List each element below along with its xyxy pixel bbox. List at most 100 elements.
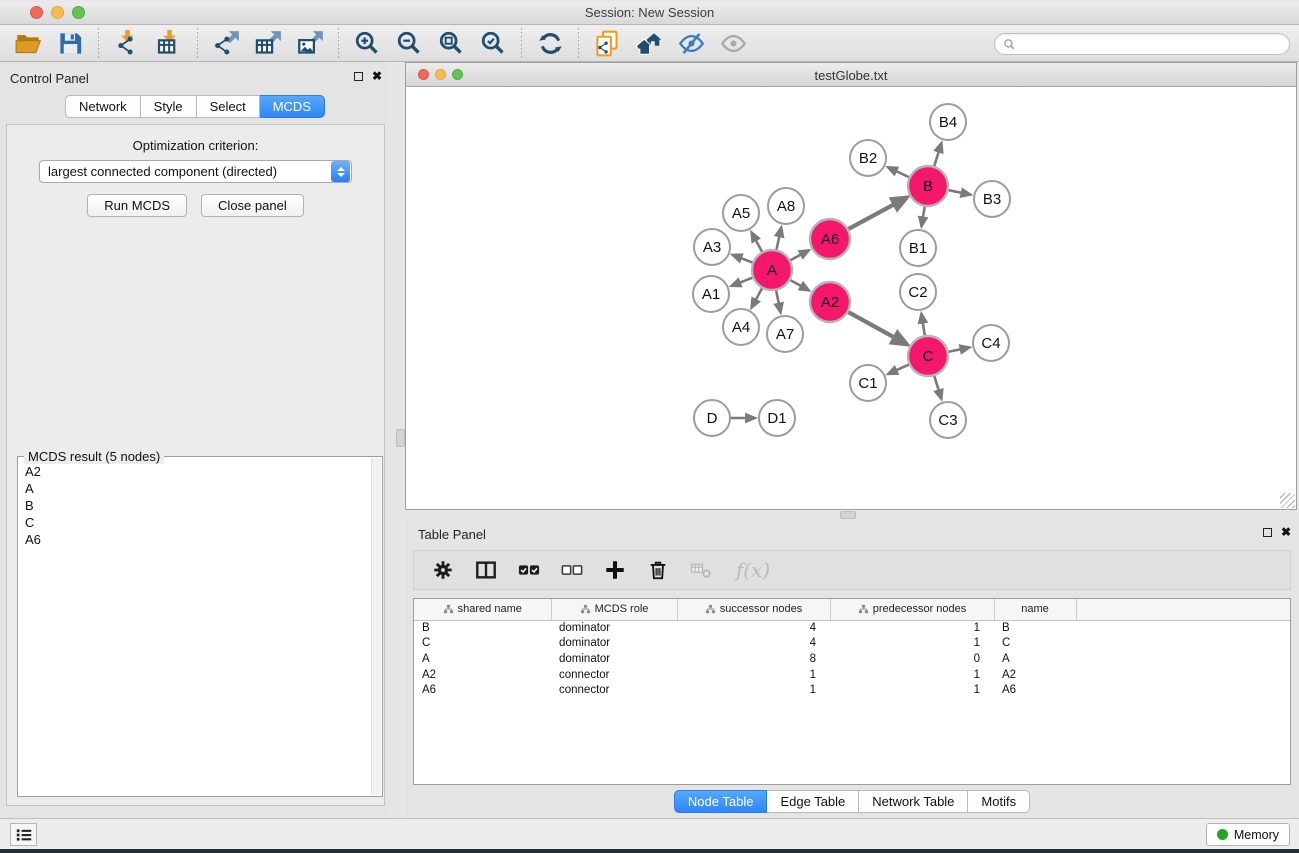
table-cell[interactable]: dominator — [551, 636, 677, 652]
graph-edge-C-C4[interactable] — [949, 347, 970, 351]
export-image-button[interactable] — [294, 28, 326, 58]
tab-style[interactable]: Style — [141, 95, 197, 118]
tab-node-table[interactable]: Node Table — [674, 790, 768, 813]
graph-node-B3[interactable]: B3 — [974, 181, 1010, 217]
table-cell[interactable]: 1 — [677, 667, 830, 683]
table-row[interactable]: Bdominator41B — [414, 620, 1291, 636]
network-window-titlebar[interactable]: testGlobe.txt — [406, 63, 1296, 87]
graph-node-A3[interactable]: A3 — [694, 229, 730, 265]
table-cell[interactable]: 1 — [677, 682, 830, 698]
refresh-layout-button[interactable] — [534, 28, 566, 58]
table-cell[interactable]: A2 — [994, 667, 1076, 683]
graph-edge-A-A3[interactable] — [733, 255, 753, 263]
graph-node-A8[interactable]: A8 — [768, 188, 804, 224]
graph-edge-B-B2[interactable] — [888, 167, 909, 177]
tab-mcds[interactable]: MCDS — [260, 95, 325, 118]
graph-node-A6[interactable]: A6 — [810, 219, 850, 259]
graph-edge-A-A4[interactable] — [752, 288, 762, 307]
table-cell[interactable]: 8 — [677, 651, 830, 667]
horizontal-splitter-handle[interactable] — [840, 511, 856, 519]
delete-column-button[interactable] — [641, 554, 675, 586]
graph-edge-A-A7[interactable] — [776, 291, 780, 313]
graph-node-D[interactable]: D — [694, 400, 730, 436]
graph-node-B[interactable]: B — [908, 166, 948, 206]
export-network-button[interactable] — [210, 28, 242, 58]
graph-edge-C-C2[interactable] — [921, 314, 924, 336]
float-panel-icon[interactable] — [354, 72, 363, 81]
table-cell[interactable]: dominator — [551, 620, 677, 636]
table-cell[interactable]: C — [414, 636, 551, 652]
tab-select[interactable]: Select — [197, 95, 260, 118]
table-cell[interactable]: 0 — [830, 651, 994, 667]
show-all-button[interactable] — [717, 28, 749, 58]
table-cell[interactable]: 4 — [677, 620, 830, 636]
table-options-button[interactable] — [426, 554, 460, 586]
graph-edge-C-C3[interactable] — [934, 376, 941, 399]
mcds-result-item[interactable]: A2 — [19, 463, 370, 480]
close-table-panel-icon[interactable]: ✖ — [1281, 527, 1291, 537]
graph-node-D1[interactable]: D1 — [759, 400, 795, 436]
mcds-result-item[interactable]: A — [19, 480, 370, 497]
open-file-button[interactable] — [12, 28, 44, 58]
optimization-criterion-select[interactable]: largest connected component (directed) — [39, 160, 352, 183]
table-cell[interactable] — [1076, 636, 1291, 652]
export-table-button[interactable] — [252, 28, 284, 58]
table-cell[interactable]: connector — [551, 682, 677, 698]
select-all-columns-button[interactable] — [512, 554, 546, 586]
graph-node-C2[interactable]: C2 — [900, 274, 936, 310]
table-cell[interactable]: 1 — [830, 620, 994, 636]
zoom-in-button[interactable] — [351, 28, 383, 58]
table-cell[interactable] — [1076, 620, 1291, 636]
table-cell[interactable]: A2 — [414, 667, 551, 683]
graph-node-C1[interactable]: C1 — [850, 365, 886, 401]
table-cell[interactable]: A6 — [414, 682, 551, 698]
network-graph-canvas[interactable]: B4B2BB3A5A8A6B1A3AC2A1A2A4A7C4CC1C3DD1 — [406, 87, 1296, 509]
table-row[interactable]: Adominator80A — [414, 651, 1291, 667]
zoom-selected-button[interactable] — [477, 28, 509, 58]
first-neighbors-button[interactable] — [633, 28, 665, 58]
graph-node-A[interactable]: A — [752, 250, 792, 290]
result-scrollbar[interactable] — [371, 458, 381, 795]
save-session-button[interactable] — [54, 28, 86, 58]
table-cell[interactable]: dominator — [551, 651, 677, 667]
graph-node-A4[interactable]: A4 — [723, 309, 759, 345]
mcds-result-item[interactable]: B — [19, 497, 370, 514]
mcds-result-item[interactable]: C — [19, 514, 370, 531]
graph-node-B4[interactable]: B4 — [930, 104, 966, 140]
graph-edge-A-A8[interactable] — [776, 227, 781, 249]
graph-edge-C-C1[interactable] — [888, 365, 909, 374]
close-panel-button[interactable]: Close panel — [201, 194, 304, 217]
graph-node-C4[interactable]: C4 — [973, 325, 1009, 361]
column-header-predecessor-nodes[interactable]: predecessor nodes — [830, 599, 994, 620]
graph-node-A5[interactable]: A5 — [723, 195, 759, 231]
vertical-splitter-handle[interactable] — [396, 429, 405, 447]
table-cell[interactable]: B — [994, 620, 1076, 636]
float-table-panel-icon[interactable] — [1263, 528, 1272, 537]
hide-selected-button[interactable] — [675, 28, 707, 58]
close-panel-icon[interactable]: ✖ — [372, 71, 382, 81]
graph-edge-A-A1[interactable] — [731, 278, 752, 286]
table-cell[interactable]: connector — [551, 667, 677, 683]
window-resize-grip[interactable] — [1280, 493, 1295, 508]
table-cell[interactable] — [1076, 667, 1291, 683]
import-network-button[interactable] — [111, 28, 143, 58]
import-table-button[interactable] — [153, 28, 185, 58]
task-history-button[interactable] — [10, 823, 37, 846]
table-cell[interactable] — [1076, 651, 1291, 667]
zoom-fit-button[interactable] — [435, 28, 467, 58]
graph-edge-B-B4[interactable] — [934, 143, 941, 166]
table-cell[interactable]: C — [994, 636, 1076, 652]
graph-edge-A-A2[interactable] — [790, 280, 809, 290]
tab-edge-table[interactable]: Edge Table — [767, 790, 859, 813]
memory-button[interactable]: Memory — [1206, 823, 1290, 846]
table-row[interactable]: Cdominator41C — [414, 636, 1291, 652]
zoom-out-button[interactable] — [393, 28, 425, 58]
mcds-result-item[interactable]: A6 — [19, 531, 370, 548]
table-cell[interactable]: 1 — [830, 682, 994, 698]
search-input[interactable] — [1016, 35, 1289, 53]
create-column-button[interactable] — [598, 554, 632, 586]
table-cell[interactable]: A6 — [994, 682, 1076, 698]
table-cell[interactable] — [1076, 682, 1291, 698]
run-mcds-button[interactable]: Run MCDS — [87, 194, 187, 217]
table-cell[interactable]: B — [414, 620, 551, 636]
